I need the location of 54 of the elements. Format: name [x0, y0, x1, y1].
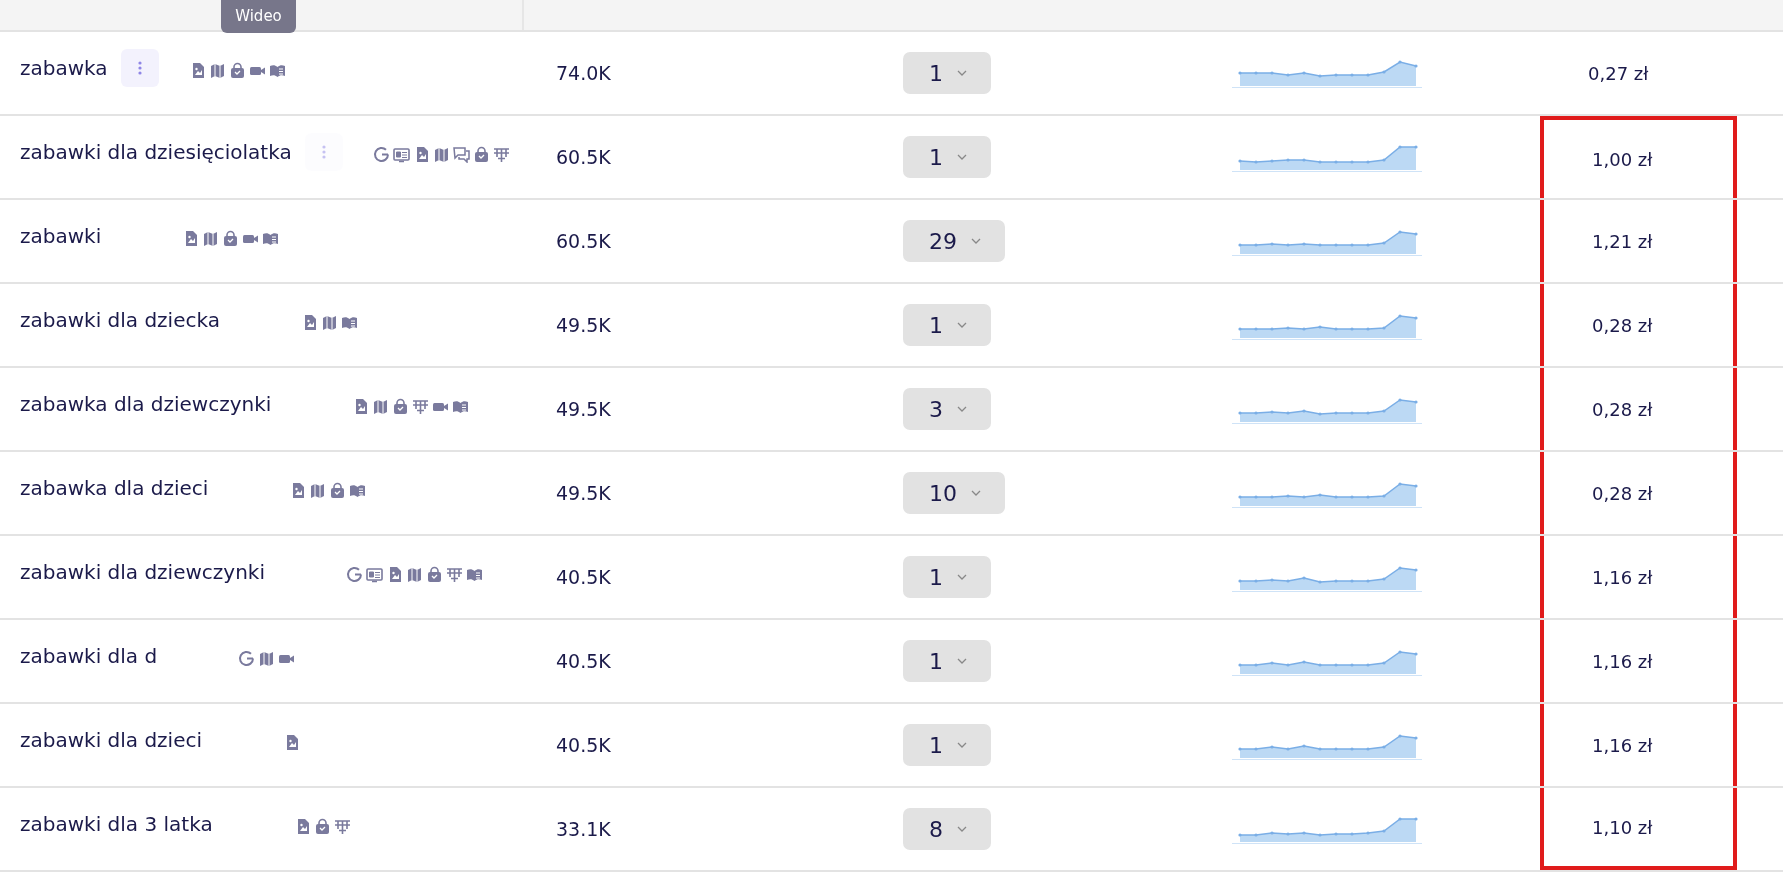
cost-per-click: 1,16 zł [1591, 565, 1653, 590]
chevron-down-icon [957, 658, 967, 664]
keyword-link[interactable]: zabawki [20, 221, 102, 251]
keyword-link[interactable]: zabawka [20, 53, 108, 83]
position-dropdown[interactable]: 1 [903, 640, 991, 682]
chevron-down-icon [957, 154, 967, 160]
more-options-button[interactable] [120, 49, 159, 87]
search-volume: 60.5K [555, 229, 611, 252]
position-dropdown[interactable]: 1 [903, 556, 991, 598]
position-dropdown[interactable]: 1 [903, 724, 991, 766]
chevron-down-icon [957, 574, 967, 580]
cost-per-click: 1,16 zł [1591, 733, 1653, 758]
position-dropdown[interactable]: 3 [903, 388, 991, 430]
keyword-link[interactable]: zabawki dla d [20, 641, 158, 671]
search-volume: 49.5K [555, 481, 611, 504]
search-volume: 40.5K [555, 649, 611, 672]
cost-per-click: 0,28 zł [1591, 397, 1653, 422]
keyword-link[interactable]: zabawki dla dziewczynki [20, 557, 265, 587]
keyword-link[interactable]: zabawka dla dziewczynki [20, 389, 272, 419]
cost-per-click: 0,28 zł [1591, 313, 1653, 338]
keyword-link[interactable]: zabawki dla dziesięciolatka [20, 137, 292, 167]
chevron-down-icon [957, 406, 967, 412]
search-volume: 40.5K [555, 565, 611, 588]
position-dropdown[interactable]: 29 [903, 220, 1005, 262]
more-icon [137, 61, 142, 75]
keyword-link[interactable]: zabawki dla dzieci [20, 725, 203, 755]
position-dropdown[interactable]: 10 [903, 472, 1005, 514]
keyword-link[interactable]: zabawki dla 3 latka [20, 809, 213, 839]
search-volume: 74.0K [555, 61, 611, 84]
position-dropdown[interactable]: 1 [903, 304, 991, 346]
keyword-link[interactable]: zabawki dla dziecka [20, 305, 220, 335]
more-icon [321, 145, 326, 159]
search-volume: 33.1K [555, 817, 611, 840]
chevron-down-icon [957, 826, 967, 832]
search-volume: 49.5K [555, 397, 611, 420]
cost-per-click: 0,27 zł [1587, 61, 1649, 86]
position-dropdown[interactable]: 1 [903, 52, 991, 94]
chevron-down-icon [957, 322, 967, 328]
search-volume: 40.5K [555, 733, 611, 756]
cost-per-click: 0,28 zł [1591, 481, 1653, 506]
position-dropdown[interactable]: 1 [903, 136, 991, 178]
chevron-down-icon [971, 490, 981, 496]
chevron-down-icon [957, 742, 967, 748]
chevron-down-icon [971, 238, 981, 244]
chevron-down-icon [957, 70, 967, 76]
position-dropdown[interactable]: 8 [903, 808, 991, 850]
search-volume: 49.5K [555, 313, 611, 336]
cost-per-click: 1,10 zł [1591, 815, 1653, 840]
cost-per-click: 1,00 zł [1591, 147, 1653, 172]
cost-per-click: 1,21 zł [1591, 229, 1653, 254]
keyword-link[interactable]: zabawka dla dzieci [20, 473, 209, 503]
tooltip: Wideo [221, 0, 296, 33]
cost-per-click: 1,16 zł [1591, 649, 1653, 674]
search-volume: 60.5K [555, 145, 611, 168]
